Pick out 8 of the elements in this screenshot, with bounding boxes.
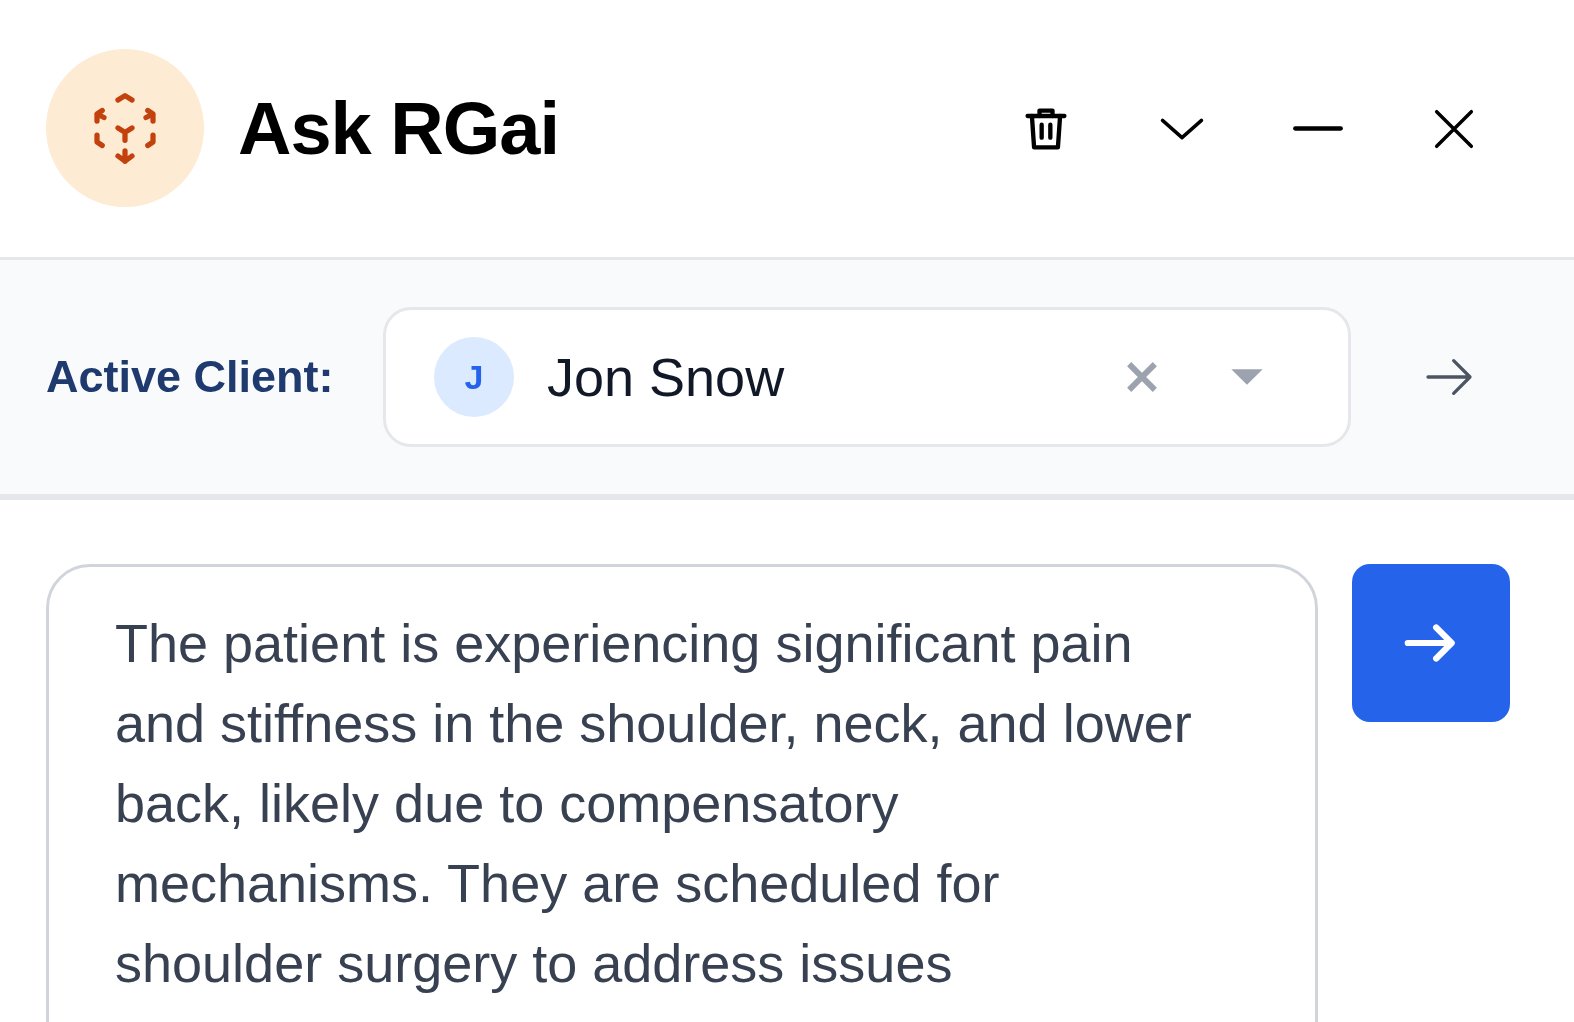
message-field[interactable]: The patient is experiencing significant pain and stiffness in the shoulder, neck, and lower back, likely due to compensatory mechanisms. They are scheduled for shoulder surgery to address issues [46, 564, 1318, 1022]
active-client-label: Active Client: [46, 351, 335, 403]
app-title: Ask RGai [238, 86, 560, 171]
minimize-icon [1292, 125, 1344, 132]
send-button[interactable] [1352, 564, 1510, 722]
client-avatar: J [434, 337, 514, 417]
client-name: Jon Snow [547, 346, 785, 408]
minimize-button[interactable] [1292, 125, 1344, 132]
